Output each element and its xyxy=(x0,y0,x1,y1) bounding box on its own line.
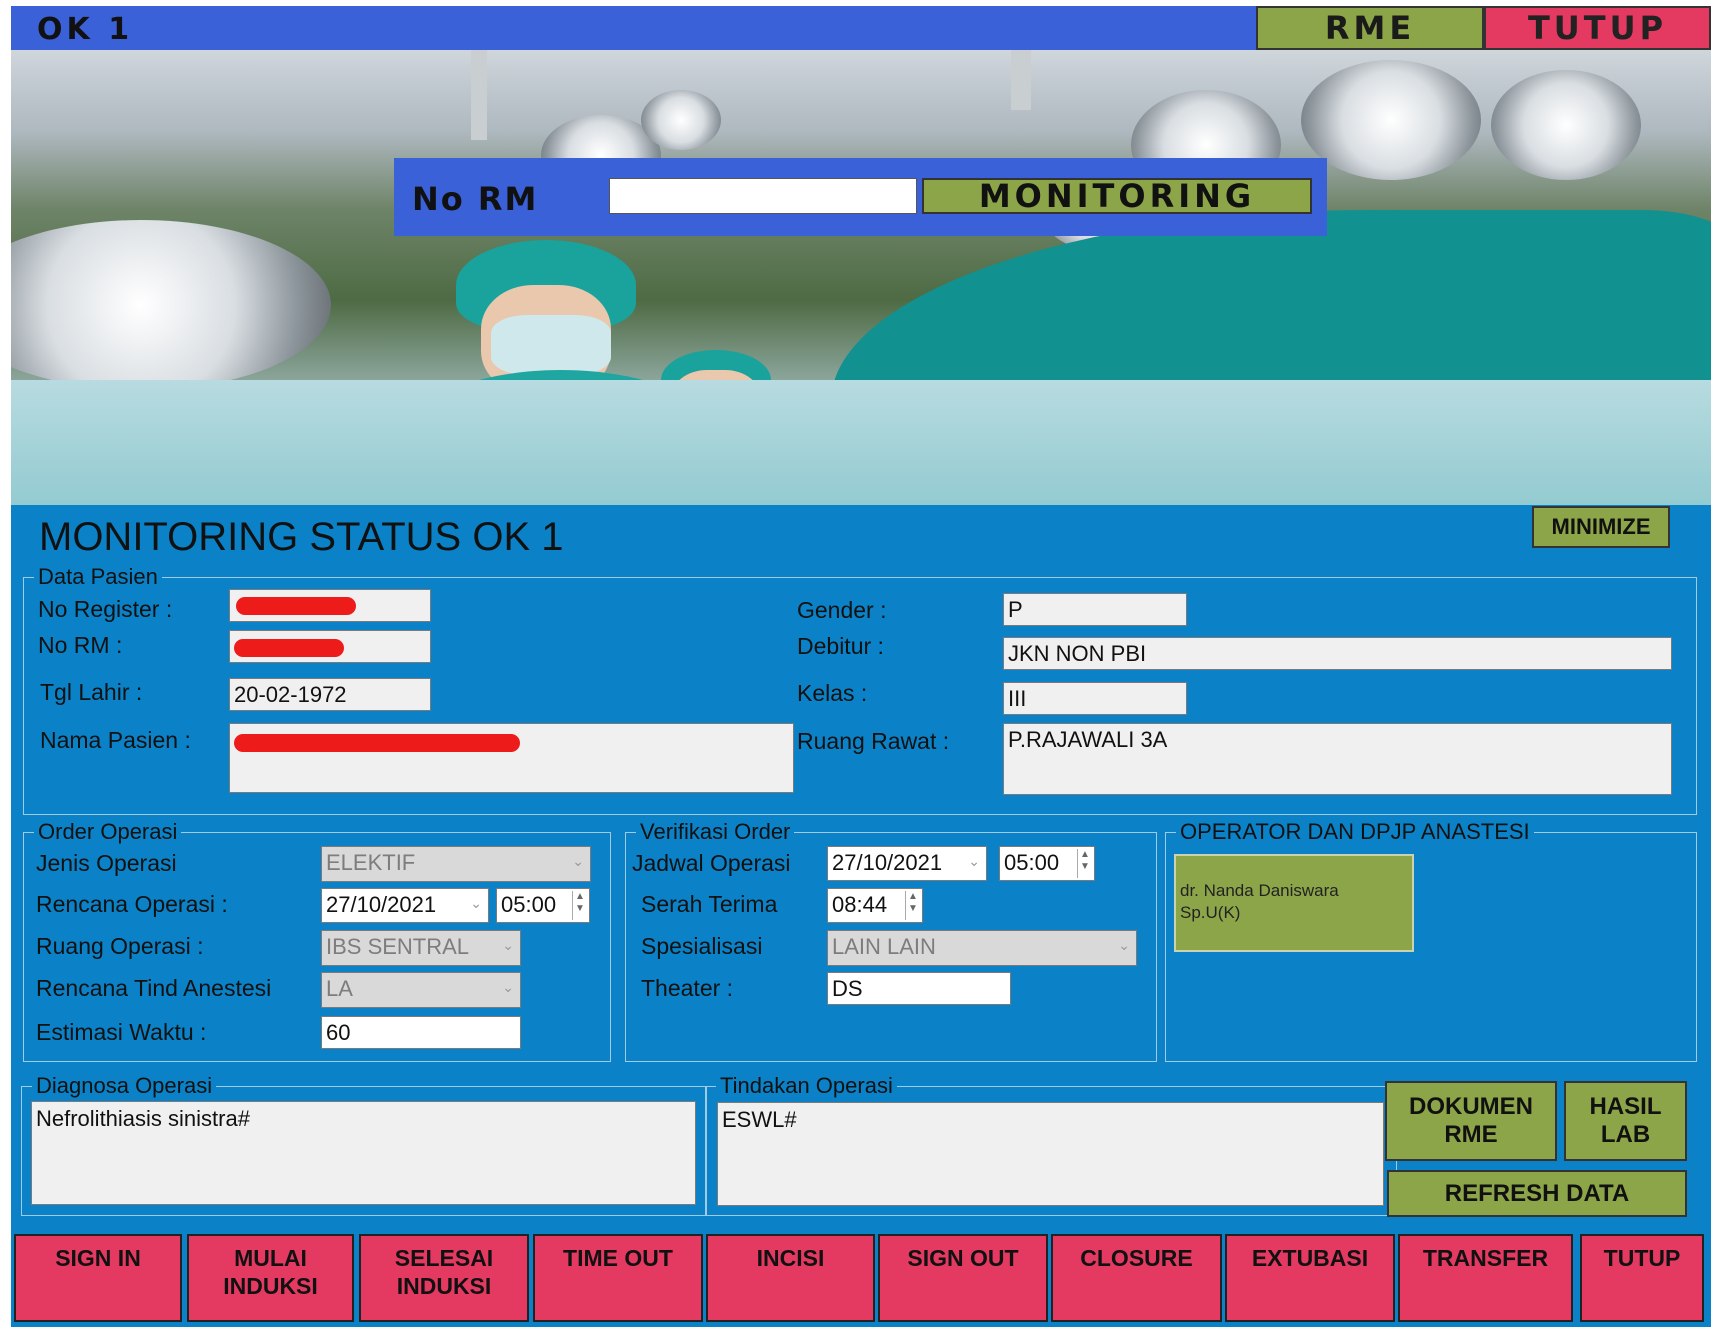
rencana-time-spinner[interactable]: 05:00 ▲ ▼ xyxy=(496,888,590,923)
serah-terima-label: Serah Terima xyxy=(641,891,778,917)
tgl-lahir-label: Tgl Lahir : xyxy=(40,679,143,705)
redaction-mark xyxy=(234,734,520,752)
theater-field[interactable]: DS xyxy=(827,972,1011,1005)
title-bar: OK 1 RME TUTUP xyxy=(11,6,1711,50)
operator-group-title: OPERATOR DAN DPJP ANASTESI xyxy=(1176,819,1534,845)
chevron-down-icon: ⌄ xyxy=(502,979,514,995)
estimasi-waktu-label: Estimasi Waktu : xyxy=(36,1019,207,1045)
no-rm-field[interactable] xyxy=(229,630,431,663)
tindakan-title: Tindakan Operasi xyxy=(716,1073,897,1099)
chevron-down-icon: ⌄ xyxy=(1118,937,1130,953)
jenis-operasi-label: Jenis Operasi xyxy=(36,850,177,876)
verifikasi-order-title: Verifikasi Order xyxy=(636,819,795,845)
chevron-down-icon: ⌄ xyxy=(502,937,514,953)
gender-label: Gender : xyxy=(797,597,887,623)
nama-pasien-field[interactable] xyxy=(229,723,794,793)
debitur-field[interactable]: JKN NON PBI xyxy=(1003,637,1672,670)
sign-in-button[interactable]: SIGN IN xyxy=(14,1234,182,1322)
window-title: OK 1 xyxy=(37,12,134,47)
monitoring-button[interactable]: MONITORING xyxy=(922,177,1312,215)
estimasi-waktu-field[interactable]: 60 xyxy=(321,1016,521,1049)
redaction-mark xyxy=(236,597,356,615)
rencana-operasi-label: Rencana Operasi : xyxy=(36,891,228,917)
spinner-arrows-icon[interactable]: ▲ ▼ xyxy=(1077,849,1092,878)
spinner-arrows-icon[interactable]: ▲ ▼ xyxy=(905,891,920,920)
nama-pasien-label: Nama Pasien : xyxy=(40,727,191,753)
monitoring-panel: MONITORING STATUS OK 1 MINIMIZE Data Pas… xyxy=(11,505,1711,1327)
search-bar: No RM MONITORING xyxy=(394,158,1327,236)
search-label: No RM xyxy=(412,180,539,218)
chevron-down-icon: ⌄ xyxy=(572,853,584,869)
jadwal-time-spinner[interactable]: 05:00 ▲ ▼ xyxy=(999,846,1095,881)
close-window-button[interactable]: TUTUP xyxy=(1484,6,1711,50)
no-rm-search-input[interactable] xyxy=(609,178,917,214)
ruang-rawat-field[interactable]: P.RAJAWALI 3A xyxy=(1003,723,1672,795)
tutup-button[interactable]: TUTUP xyxy=(1580,1234,1704,1322)
operator-name: dr. Nanda Daniswara xyxy=(1180,881,1339,900)
redaction-mark xyxy=(234,639,344,657)
extubasi-button[interactable]: EXTUBASI xyxy=(1225,1234,1395,1322)
spesialisasi-label: Spesialisasi xyxy=(641,933,763,959)
refresh-data-button[interactable]: REFRESH DATA xyxy=(1387,1170,1687,1217)
theater-label: Theater : xyxy=(641,975,734,1001)
chevron-down-icon: ⌄ xyxy=(470,895,482,911)
sign-out-button[interactable]: SIGN OUT xyxy=(878,1234,1048,1322)
hasil-lab-button[interactable]: HASIL LAB xyxy=(1564,1081,1687,1161)
closure-button[interactable]: CLOSURE xyxy=(1051,1234,1222,1322)
order-operasi-title: Order Operasi xyxy=(34,819,182,845)
rme-button[interactable]: RME xyxy=(1256,6,1484,50)
rencana-anestesi-label: Rencana Tind Anestesi xyxy=(36,975,272,1001)
spinner-arrows-icon[interactable]: ▲ ▼ xyxy=(572,891,587,920)
operating-room-photo xyxy=(11,50,1711,505)
chevron-down-icon: ⌄ xyxy=(968,853,980,869)
ruang-operasi-select[interactable]: IBS SENTRAL ⌄ xyxy=(321,930,521,966)
operator-title: Sp.U(K) xyxy=(1180,903,1241,922)
kelas-field[interactable]: III xyxy=(1003,682,1187,715)
diagnosa-textarea[interactable]: Nefrolithiasis sinistra# xyxy=(31,1101,696,1205)
no-register-label: No Register : xyxy=(38,596,173,622)
rencana-date-picker[interactable]: 27/10/2021 ⌄ xyxy=(321,888,489,923)
jenis-operasi-select[interactable]: ELEKTIF ⌄ xyxy=(321,846,591,882)
no-rm-label: No RM : xyxy=(38,632,123,658)
mulai-induksi-button[interactable]: MULAI INDUKSI xyxy=(187,1234,354,1322)
tindakan-textarea[interactable]: ESWL# xyxy=(717,1102,1384,1206)
tgl-lahir-field[interactable]: 20-02-1972 xyxy=(229,678,431,711)
jadwal-date-picker[interactable]: 27/10/2021 ⌄ xyxy=(827,846,987,881)
time-out-button[interactable]: TIME OUT xyxy=(533,1234,703,1322)
operator-card[interactable]: dr. Nanda Daniswara Sp.U(K) xyxy=(1174,854,1414,952)
no-register-field[interactable] xyxy=(229,589,431,622)
diagnosa-title: Diagnosa Operasi xyxy=(32,1073,217,1099)
patient-data-title: Data Pasien xyxy=(34,564,162,590)
transfer-button[interactable]: TRANSFER xyxy=(1398,1234,1573,1322)
spesialisasi-select[interactable]: LAIN LAIN ⌄ xyxy=(827,930,1137,966)
ruang-operasi-label: Ruang Operasi : xyxy=(36,933,204,959)
minimize-button[interactable]: MINIMIZE xyxy=(1532,506,1670,548)
incisi-button[interactable]: INCISI xyxy=(706,1234,875,1322)
dokumen-rme-button[interactable]: DOKUMEN RME xyxy=(1385,1081,1557,1161)
rencana-anestesi-select[interactable]: LA ⌄ xyxy=(321,972,521,1008)
ruang-rawat-label: Ruang Rawat : xyxy=(797,728,950,754)
page-title: MONITORING STATUS OK 1 xyxy=(39,515,564,559)
debitur-label: Debitur : xyxy=(797,633,884,659)
jadwal-operasi-label: Jadwal Operasi xyxy=(632,850,791,876)
gender-field[interactable]: P xyxy=(1003,593,1187,626)
selesai-induksi-button[interactable]: SELESAI INDUKSI xyxy=(359,1234,529,1322)
kelas-label: Kelas : xyxy=(797,680,868,706)
serah-terima-spinner[interactable]: 08:44 ▲ ▼ xyxy=(827,888,923,923)
